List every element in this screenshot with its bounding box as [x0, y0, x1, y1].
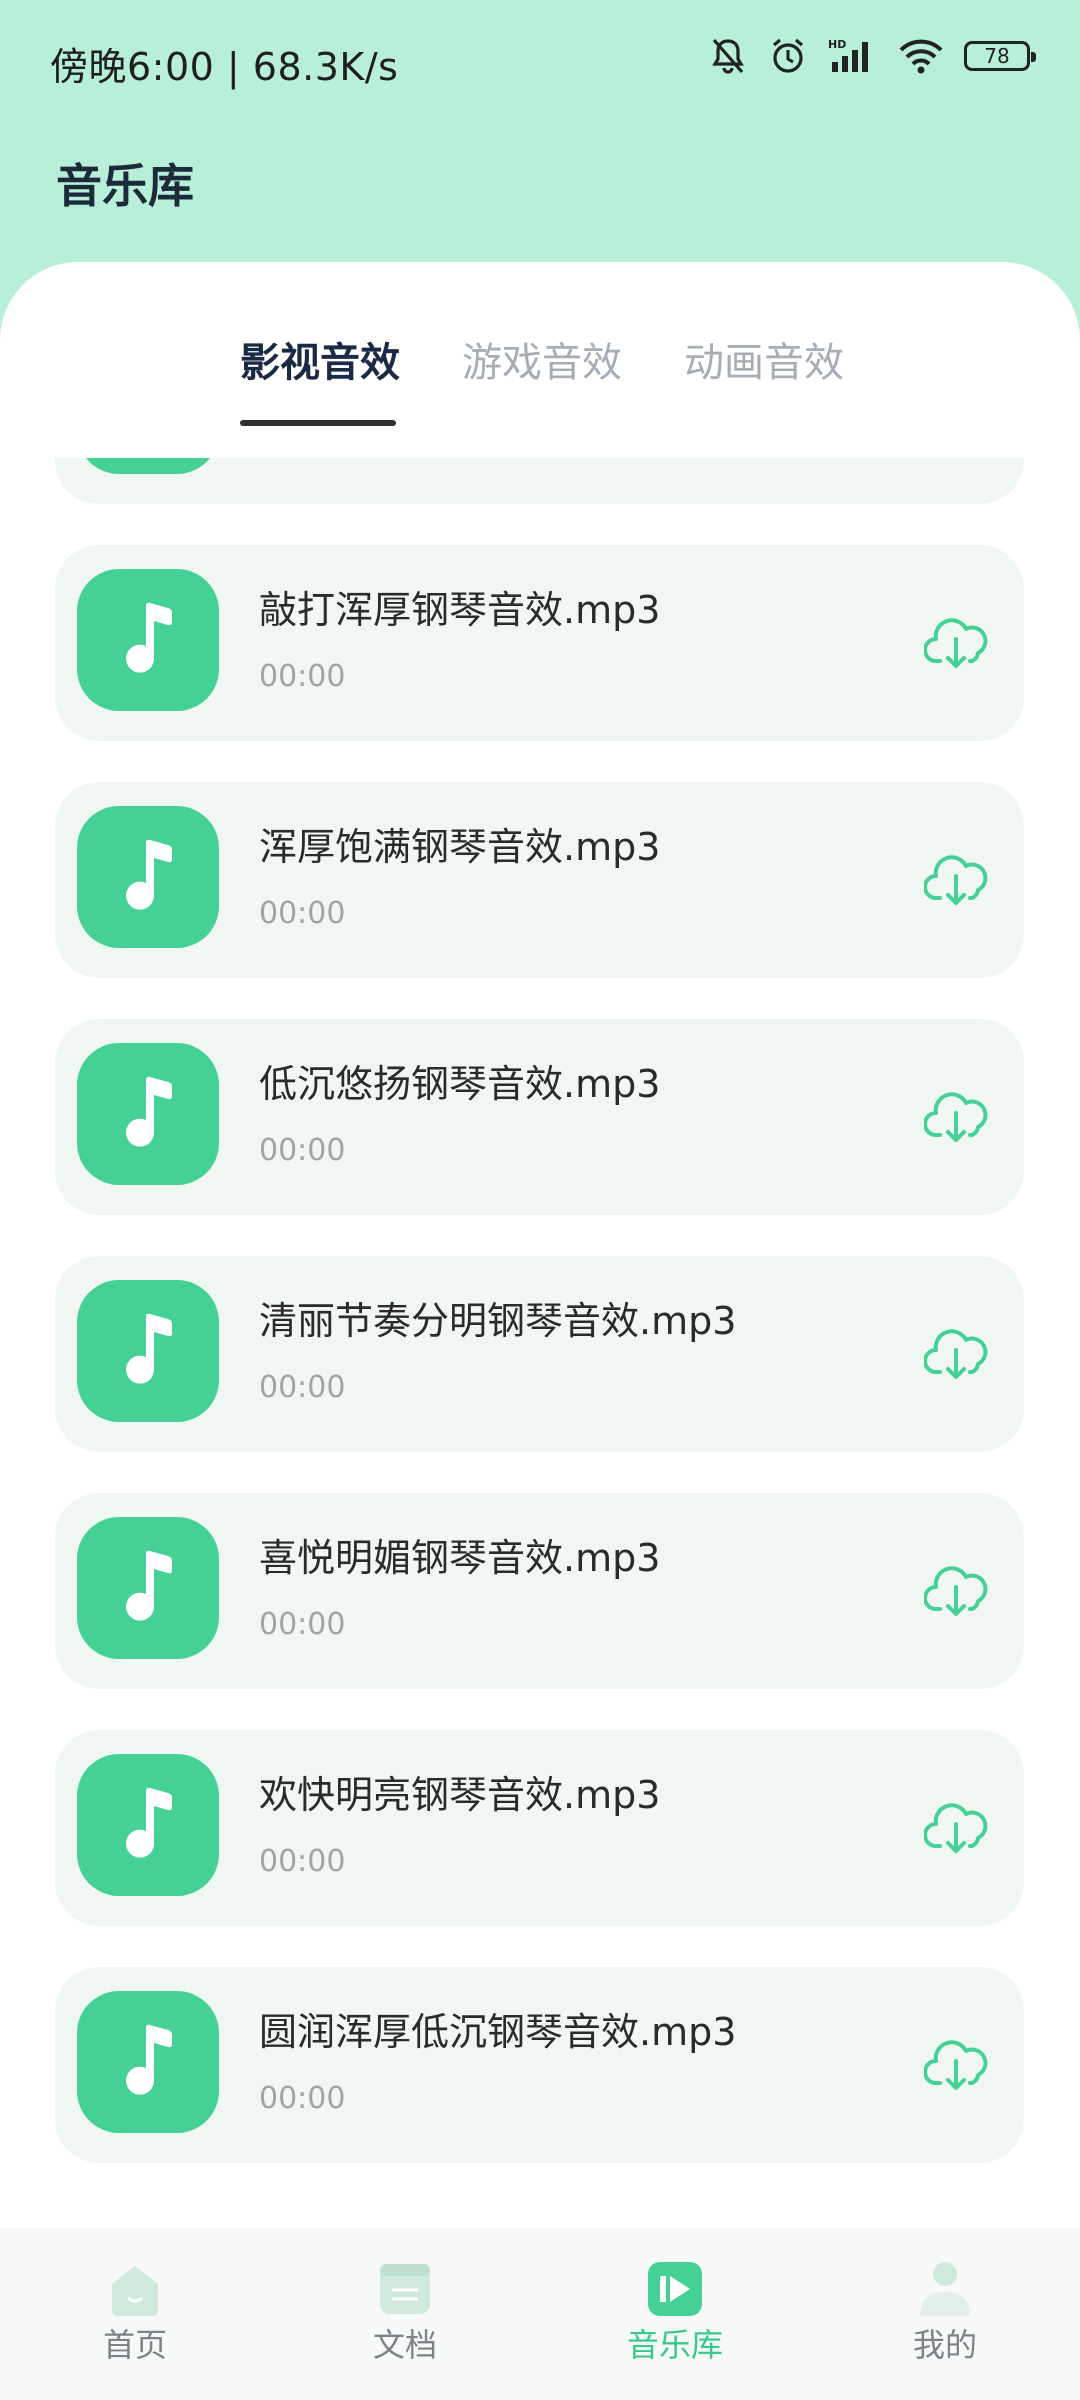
item-title: 喜悦明媚钢琴音效.mp3 — [259, 1536, 661, 1580]
item-duration: 00:00 — [259, 1370, 346, 1405]
nav-music-library-label: 音乐库 — [626, 2326, 723, 2364]
list-item[interactable]: 敲打浑厚钢琴音效.mp3 00:00 — [55, 545, 1024, 741]
list-item[interactable]: 浑厚饱满钢琴音效.mp3 00:00 — [55, 782, 1024, 978]
item-duration: 00:00 — [259, 896, 346, 931]
wifi-icon — [898, 36, 944, 76]
item-duration: 00:00 — [259, 1607, 346, 1642]
nav-home-label: 首页 — [102, 2326, 167, 2364]
music-note-icon — [77, 1280, 219, 1422]
item-title: 圆润浑厚低沉钢琴音效.mp3 — [259, 2010, 737, 2054]
tab-animation-sfx[interactable]: 动画音效 — [684, 330, 844, 388]
music-note-icon — [77, 1754, 219, 1896]
download-icon[interactable] — [923, 850, 988, 910]
sound-list[interactable]: 00:00敲打浑厚钢琴音效.mp300:00浑厚饱满钢琴音效.mp300:00低… — [0, 458, 1080, 2228]
page-title: 音乐库 — [56, 159, 194, 213]
tab-game-sfx[interactable]: 游戏音效 — [462, 330, 622, 388]
battery-icon: 78 — [964, 41, 1036, 71]
nav-documents[interactable]: 文档 — [335, 2260, 475, 2366]
bottom-nav: 首页 文档 音乐库 我的 — [0, 2228, 1080, 2400]
list-item[interactable]: 清丽节奏分明钢琴音效.mp3 00:00 — [55, 1256, 1024, 1452]
tab-film-sfx[interactable]: 影视音效 — [240, 330, 400, 388]
download-icon[interactable] — [923, 1798, 988, 1858]
download-icon[interactable] — [923, 1324, 988, 1384]
list-item[interactable]: 圆润浑厚低沉钢琴音效.mp3 00:00 — [55, 1967, 1024, 2163]
music-note-icon — [77, 458, 219, 474]
nav-profile[interactable]: 我的 — [875, 2260, 1015, 2366]
category-tabs: 影视音效 游戏音效 动画音效 — [0, 330, 1080, 430]
svg-text:HD: HD — [828, 38, 846, 51]
nav-home[interactable]: 首页 — [65, 2260, 205, 2366]
nav-documents-label: 文档 — [372, 2326, 437, 2364]
list-item[interactable]: 欢快明亮钢琴音效.mp3 00:00 — [55, 1730, 1024, 1926]
list-item[interactable]: 喜悦明媚钢琴音效.mp3 00:00 — [55, 1493, 1024, 1689]
nav-profile-label: 我的 — [912, 2326, 977, 2364]
item-duration: 00:00 — [259, 1844, 346, 1879]
music-note-icon — [77, 1043, 219, 1185]
item-title: 敲打浑厚钢琴音效.mp3 — [259, 588, 661, 632]
mute-bell-icon — [708, 36, 748, 76]
music-note-icon — [77, 1517, 219, 1659]
item-title: 欢快明亮钢琴音效.mp3 — [259, 1773, 661, 1817]
music-note-icon — [77, 806, 219, 948]
profile-icon — [914, 2260, 976, 2318]
music-library-icon — [644, 2260, 706, 2318]
status-icons: HD 78 — [708, 36, 1036, 76]
music-note-icon — [77, 569, 219, 711]
status-bar: 傍晚6:00 | 68.3K/s HD 78 — [0, 0, 1080, 120]
item-title: 低沉悠扬钢琴音效.mp3 — [259, 1062, 661, 1106]
hd-signal-icon: HD — [828, 36, 878, 76]
item-title: 浑厚饱满钢琴音效.mp3 — [259, 825, 661, 869]
music-note-icon — [77, 1991, 219, 2133]
status-time-speed: 傍晚6:00 | 68.3K/s — [50, 45, 399, 89]
download-icon[interactable] — [923, 1561, 988, 1621]
item-duration: 00:00 — [259, 659, 346, 694]
document-icon — [374, 2260, 436, 2318]
item-title: 清丽节奏分明钢琴音效.mp3 — [259, 1299, 737, 1343]
alarm-icon — [768, 36, 808, 76]
home-icon — [104, 2260, 166, 2318]
download-icon[interactable] — [923, 1087, 988, 1147]
item-duration: 00:00 — [259, 1133, 346, 1168]
download-icon[interactable] — [923, 613, 988, 673]
download-icon[interactable] — [923, 2035, 988, 2095]
tab-indicator — [240, 420, 396, 426]
nav-music-library[interactable]: 音乐库 — [605, 2260, 745, 2366]
list-item[interactable]: 00:00 — [55, 458, 1024, 504]
list-item[interactable]: 低沉悠扬钢琴音效.mp3 00:00 — [55, 1019, 1024, 1215]
item-duration: 00:00 — [259, 2081, 346, 2116]
